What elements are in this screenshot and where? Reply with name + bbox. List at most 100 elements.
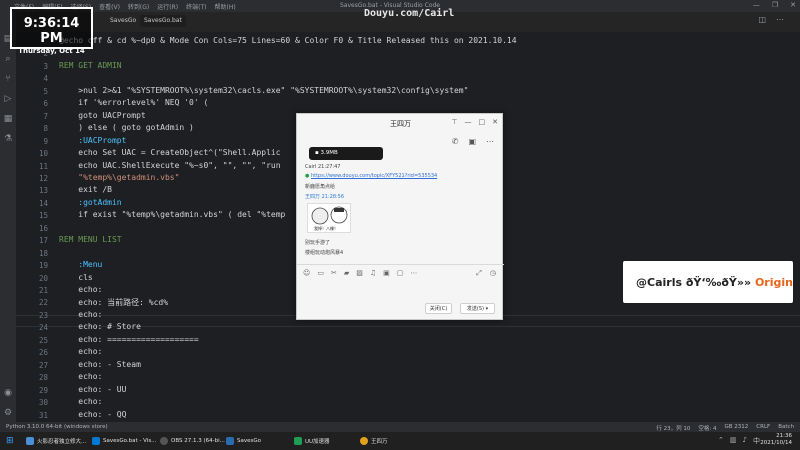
message-link[interactable]: https://www.douyu.com/topic/XFY521?rid=5… bbox=[311, 173, 437, 179]
code-line: echo: - Steam bbox=[59, 359, 141, 369]
close-window-button[interactable]: ✕ bbox=[790, 1, 796, 9]
phone-icon[interactable]: ✆ bbox=[452, 137, 459, 146]
window-icon[interactable]: ▣ bbox=[383, 269, 390, 277]
more-options-icon[interactable]: ⋯ bbox=[486, 137, 494, 146]
clock-time: 9:36:14 PM bbox=[23, 16, 80, 46]
maximize-button[interactable]: ❐ bbox=[772, 1, 778, 9]
minimize-button[interactable]: — bbox=[753, 1, 760, 9]
taskbar-item[interactable]: 火影忍者独立修大... bbox=[26, 435, 86, 447]
message-text: 别玩手游了 bbox=[305, 240, 331, 246]
menu-view[interactable]: 查看(V) bbox=[99, 2, 120, 11]
send-button[interactable]: 发送(S) ▾ bbox=[460, 303, 495, 314]
line-number: 22 bbox=[38, 298, 48, 308]
line-ending[interactable]: CRLF bbox=[756, 424, 770, 432]
line-number: 25 bbox=[38, 335, 48, 345]
menu-terminal[interactable]: 终端(T) bbox=[186, 2, 206, 11]
taskbar-date: 2021/10/14 bbox=[760, 440, 792, 446]
indentation[interactable]: 空格: 4 bbox=[698, 424, 716, 432]
line-number: 19 bbox=[38, 261, 48, 271]
taskbar-clock[interactable]: 21:36 2021/10/14 bbox=[760, 433, 792, 447]
volume-icon[interactable]: ♪ bbox=[743, 436, 747, 446]
windows-start-icon[interactable]: ⊞ bbox=[6, 435, 14, 447]
windows-taskbar: ⊞ 火影忍者独立修大... SavesGo.bat - Vis... OBS 2… bbox=[0, 432, 800, 450]
screen-share-icon[interactable]: ▢ bbox=[397, 269, 404, 277]
split-editor-icon[interactable]: ◫ bbox=[758, 15, 766, 24]
menu-go[interactable]: 转到(G) bbox=[128, 2, 149, 11]
file-message-card[interactable]: ▪ 3.9MB bbox=[309, 147, 383, 160]
code-line: echo: bbox=[59, 397, 103, 407]
window-controls: — ❐ ✕ bbox=[753, 1, 796, 9]
cursor-position[interactable]: 行 23，列 10 bbox=[656, 424, 690, 432]
scissors-icon[interactable]: ✂ bbox=[331, 269, 337, 277]
extensions-icon[interactable]: ▦ bbox=[3, 114, 13, 124]
close-chat-button[interactable]: 关闭(C) bbox=[425, 303, 452, 314]
taskbar-item[interactable]: SavesGo bbox=[226, 435, 261, 447]
chevron-up-icon[interactable]: ⌃ bbox=[718, 436, 724, 446]
app-icon bbox=[226, 437, 234, 445]
taskbar-item-label: 王四万 bbox=[371, 439, 388, 445]
line-number: 15 bbox=[38, 211, 48, 221]
image-icon[interactable]: ▨ bbox=[356, 269, 363, 277]
maximize-icon[interactable]: □ bbox=[479, 118, 486, 126]
line-number: 14 bbox=[38, 198, 48, 208]
more-tools-icon[interactable]: ⋯ bbox=[410, 269, 417, 277]
file-size: 3.9MB bbox=[320, 150, 338, 156]
language-mode[interactable]: Batch bbox=[778, 424, 794, 432]
sticker-caption: 我悼！八棵！ bbox=[314, 226, 338, 231]
gif-icon[interactable]: ▭ bbox=[317, 269, 324, 277]
taskbar-item-label: SavesGo bbox=[237, 438, 261, 444]
line-number: 21 bbox=[38, 286, 48, 295]
code-line: echo: =================== bbox=[59, 334, 199, 344]
line-number: 20 bbox=[38, 273, 48, 283]
message-text: 新鹿愿角点给 bbox=[305, 184, 336, 190]
close-icon[interactable]: ✕ bbox=[492, 118, 498, 126]
taskbar-item[interactable]: OBS 27.1.3 (64-bi... bbox=[160, 435, 225, 447]
stream-watermark: Douyu.com/Cairl bbox=[364, 8, 455, 19]
tab-savesgo-bat[interactable]: SavesGo.bat bbox=[140, 15, 186, 27]
video-call-icon[interactable]: ▣ bbox=[468, 137, 476, 146]
chat-input-divider bbox=[297, 264, 504, 265]
message-sender: Cairl 21:27:47 bbox=[305, 164, 341, 170]
code-line: :UACPrompt bbox=[59, 135, 127, 145]
taskbar-item[interactable]: SavesGo.bat - Vis... bbox=[92, 435, 156, 447]
line-number: 26 bbox=[38, 348, 48, 358]
run-debug-icon[interactable]: ▷ bbox=[3, 94, 13, 104]
code-line: echo: bbox=[59, 285, 103, 294]
line-number: 7 bbox=[43, 111, 48, 121]
code-line: >nul 2>&1 "%SYSTEMROOT%\system32\cacls.e… bbox=[59, 85, 469, 95]
music-icon[interactable]: ♫ bbox=[370, 269, 376, 277]
more-actions-icon[interactable]: ⋯ bbox=[776, 15, 784, 24]
expand-icon[interactable]: ⤢ bbox=[476, 269, 482, 278]
activity-bar: ▤ ⌕ ⑂ ▷ ▦ ⚗ ◉ ⚙ bbox=[0, 12, 16, 430]
menu-help[interactable]: 帮助(H) bbox=[214, 2, 235, 11]
pin-icon[interactable]: ⊤ bbox=[451, 118, 457, 126]
line-number: 8 bbox=[43, 124, 48, 134]
account-icon[interactable]: ◉ bbox=[3, 388, 13, 398]
line-number: 17 bbox=[38, 236, 48, 246]
search-icon[interactable]: ⌕ bbox=[3, 54, 13, 64]
code-line: "%temp%\getadmin.vbs" bbox=[59, 172, 180, 182]
taskbar-item[interactable]: 王四万 bbox=[360, 435, 388, 447]
status-bar: Python 3.10.0 64-bit (windows store) 行 2… bbox=[0, 422, 800, 432]
taskbar-item-label: 火影忍者独立修大... bbox=[37, 439, 87, 445]
menu-run[interactable]: 运行(R) bbox=[157, 2, 178, 11]
taskbar-item[interactable]: UU加速器 bbox=[294, 435, 330, 447]
line-number: 28 bbox=[38, 373, 48, 383]
folder-icon[interactable]: ▰ bbox=[344, 269, 349, 277]
emoji-icon[interactable]: ☺ bbox=[303, 269, 310, 277]
network-icon[interactable]: ▥ bbox=[730, 436, 737, 446]
input-method-icon[interactable]: 中 bbox=[753, 436, 760, 446]
stream-social-badge: @Cairls ðŸ‘‰ðŸ»» Origin. bbox=[623, 261, 793, 303]
gear-icon[interactable]: ⚙ bbox=[3, 408, 13, 418]
testing-icon[interactable]: ⚗ bbox=[3, 134, 13, 144]
tab-savesgo[interactable]: SavesGo bbox=[106, 15, 140, 27]
python-interpreter[interactable]: Python 3.10.0 64-bit (windows store) bbox=[6, 424, 108, 430]
history-icon[interactable]: ◷ bbox=[490, 269, 496, 278]
line-number: 31 bbox=[38, 410, 48, 420]
sticker-image[interactable]: 我悼！八棵！ bbox=[307, 203, 351, 233]
line-number: 9 bbox=[43, 136, 48, 146]
system-tray: ⌃ ▥ ♪ 中 bbox=[718, 436, 760, 446]
encoding[interactable]: GB 2312 bbox=[725, 424, 749, 432]
source-control-icon[interactable]: ⑂ bbox=[3, 74, 13, 84]
minimize-icon[interactable]: — bbox=[465, 118, 472, 126]
